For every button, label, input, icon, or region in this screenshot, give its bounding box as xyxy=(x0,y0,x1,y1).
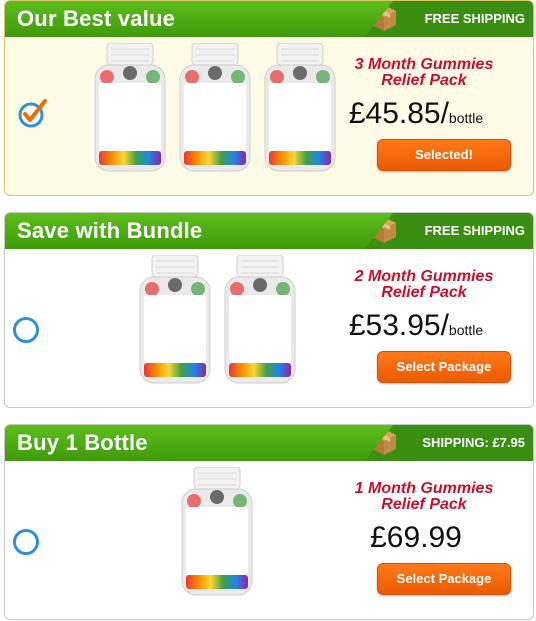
product-bottle-image xyxy=(180,467,254,597)
package-radio[interactable] xyxy=(13,317,39,343)
shipping-text: SHIPPING: £7.95 xyxy=(422,435,525,450)
shipping-box-icon xyxy=(372,429,396,455)
shipping-badge: FREE SHIPPING xyxy=(365,1,533,37)
product-bottle-image xyxy=(138,255,212,385)
package-card-2-month[interactable]: Save with Bundle FREE SHIPPING 2 Month G… xyxy=(4,212,534,408)
pack-name: 1 Month Gummies Relief Pack xyxy=(354,480,494,513)
select-package-button[interactable]: Select Package xyxy=(377,563,511,595)
shipping-text: FREE SHIPPING xyxy=(424,223,525,238)
package-title: Buy 1 Bottle xyxy=(17,430,148,455)
price: £45.85/bottle xyxy=(348,97,484,130)
package-title: Our Best value xyxy=(17,6,176,31)
package-radio[interactable] xyxy=(13,529,39,555)
selected-button[interactable]: Selected! xyxy=(377,139,511,171)
product-bottle-image xyxy=(223,255,297,385)
shipping-box-icon xyxy=(372,5,396,31)
shipping-badge: FREE SHIPPING xyxy=(365,213,533,249)
product-bottle-image xyxy=(93,43,167,173)
price: £69.99 xyxy=(370,521,462,554)
checked-radio-icon[interactable] xyxy=(17,97,49,129)
pack-name: 2 Month Gummies Relief Pack xyxy=(354,268,494,301)
package-title: Save with Bundle xyxy=(17,218,203,243)
shipping-text: FREE SHIPPING xyxy=(424,11,525,26)
package-card-3-month[interactable]: Our Best value FREE SHIPPING 3 Month Gum… xyxy=(4,0,534,196)
select-package-button[interactable]: Select Package xyxy=(377,351,511,383)
package-header: Our Best value FREE SHIPPING xyxy=(5,1,533,37)
product-bottle-image xyxy=(178,43,252,173)
price: £53.95/bottle xyxy=(348,309,484,342)
shipping-box-icon xyxy=(372,217,396,243)
package-card-1-month[interactable]: Buy 1 Bottle SHIPPING: £7.95 1 Month Gum… xyxy=(4,424,534,620)
pack-name: 3 Month Gummies Relief Pack xyxy=(354,56,494,89)
package-header: Save with Bundle FREE SHIPPING xyxy=(5,213,533,249)
shipping-badge: SHIPPING: £7.95 xyxy=(365,425,533,461)
package-header: Buy 1 Bottle SHIPPING: £7.95 xyxy=(5,425,533,461)
